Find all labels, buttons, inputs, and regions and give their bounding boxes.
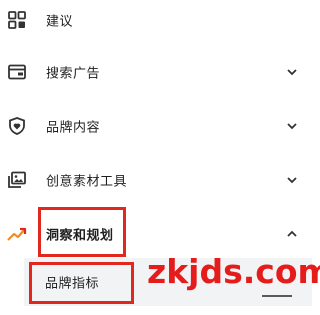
menu-item-creative-tools[interactable]: 创意素材工具 (0, 160, 312, 200)
chevron-up-icon[interactable] (284, 226, 300, 242)
menu-item-search-ads[interactable]: 搜索广告 (0, 52, 312, 92)
side-menu: 建议 搜索广告 品牌内容 创意素材工具 洞察和规划 品牌指标 zkjds.com (0, 0, 320, 315)
highlight-box (38, 207, 126, 257)
highlight-box (29, 262, 134, 304)
media-icon (6, 169, 28, 191)
menu-item-label: 搜索广告 (46, 66, 101, 82)
chevron-down-icon[interactable] (284, 64, 300, 80)
menu-item-suggestions[interactable]: 建议 (0, 0, 312, 40)
menu-item-label: 品牌内容 (46, 120, 101, 136)
trend-icon (6, 223, 28, 245)
chevron-down-icon[interactable] (284, 172, 300, 188)
watermark-text: zkjds.com (147, 252, 320, 291)
menu-item-brand-content[interactable]: 品牌内容 (0, 106, 312, 146)
menu-item-label: 创意素材工具 (46, 174, 128, 190)
card-icon (6, 61, 28, 83)
chevron-down-icon[interactable] (284, 118, 300, 134)
scroll-indicator (262, 295, 292, 297)
grid-icon (6, 9, 28, 31)
menu-item-label: 建议 (46, 14, 74, 30)
shield-icon (6, 115, 28, 137)
